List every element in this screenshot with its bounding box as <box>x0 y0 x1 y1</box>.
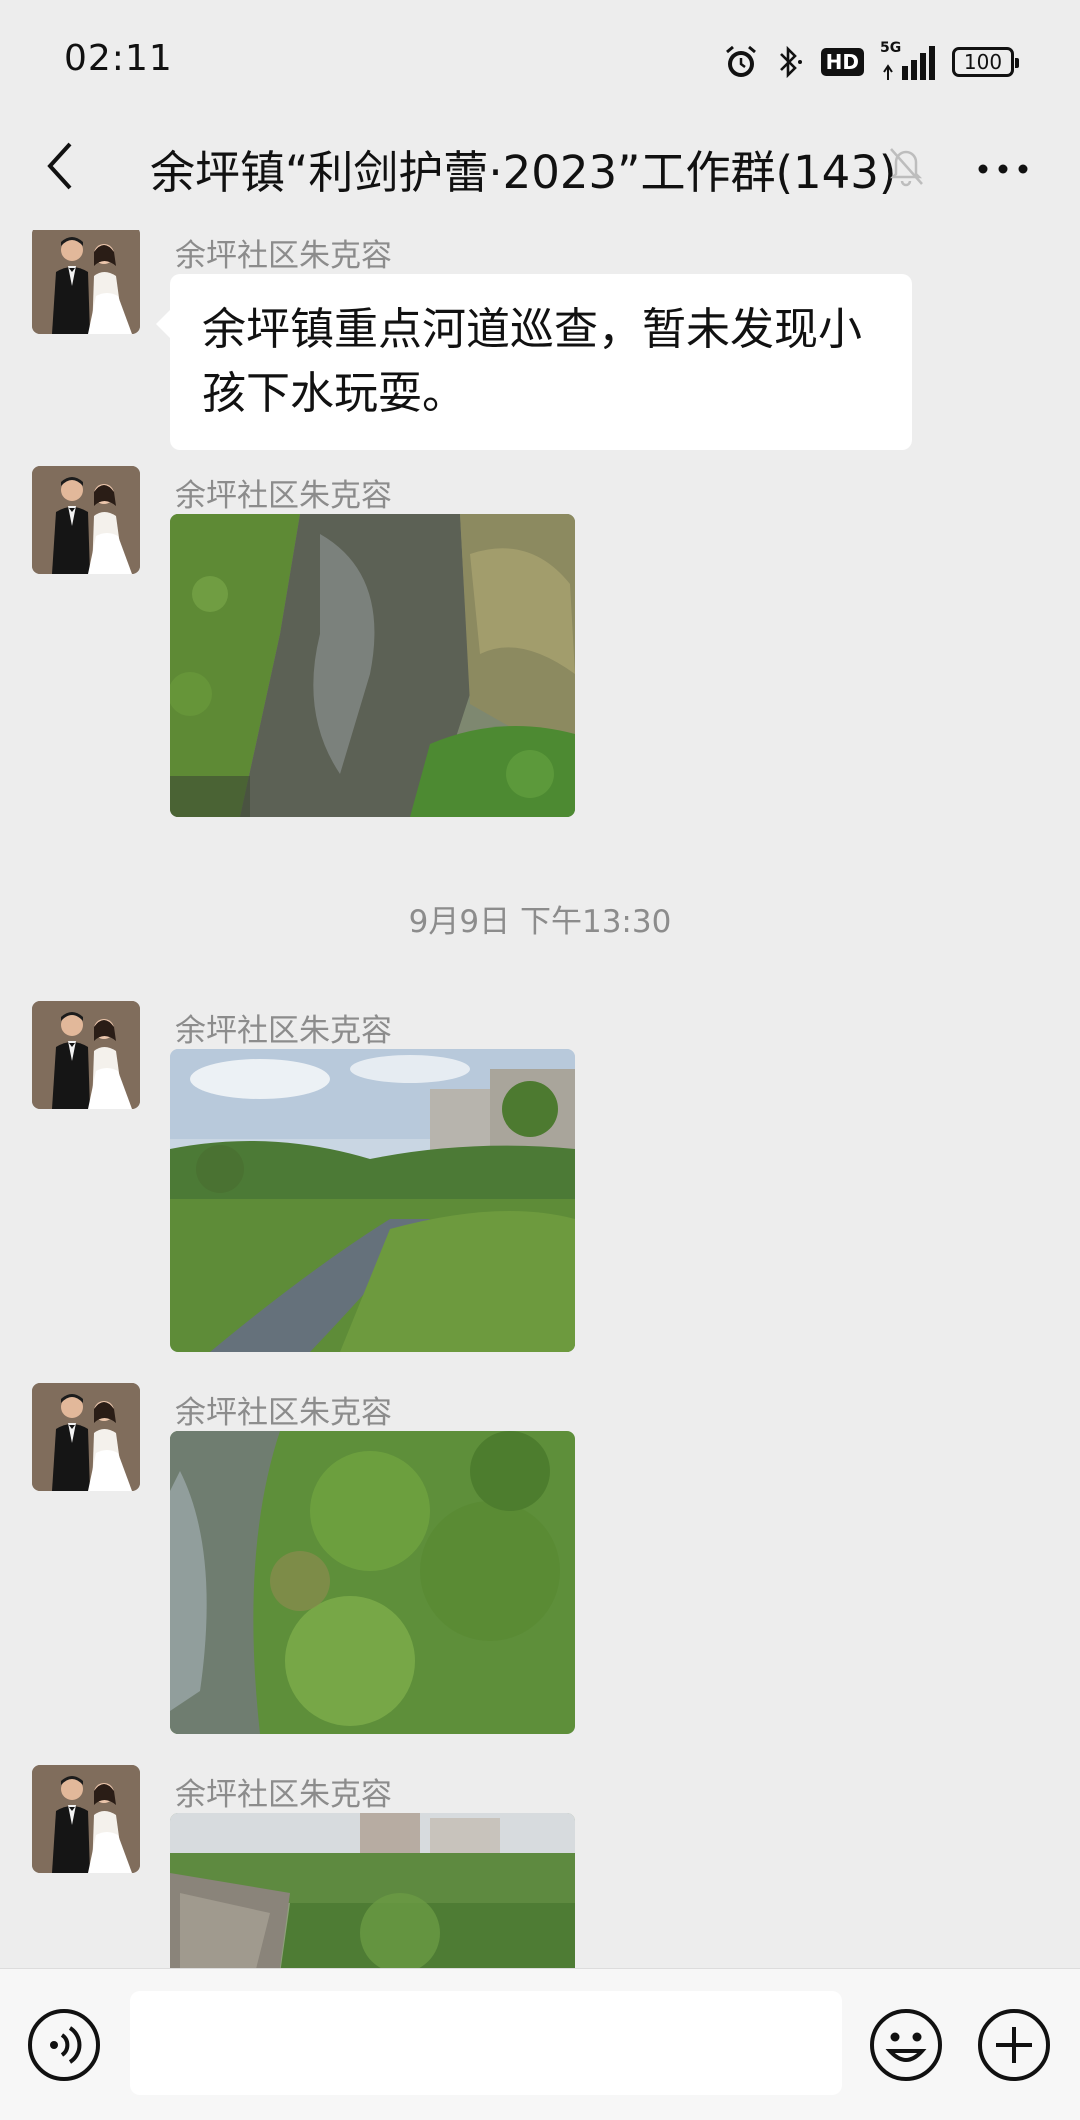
message-list[interactable]: 余坪社区朱克容 余坪镇重点河道巡查，暂未发现小孩下水玩耍。 余坪社区朱克容 9月… <box>0 230 1080 1968</box>
message-input[interactable] <box>130 1991 842 2095</box>
back-button[interactable] <box>30 138 90 198</box>
hd-badge: HD <box>820 48 864 76</box>
status-icons: HD 5G 100 <box>723 40 1019 84</box>
avatar[interactable] <box>32 1383 140 1491</box>
more-functions-button[interactable] <box>974 2005 1054 2085</box>
sender-name: 余坪社区朱克容 <box>175 1013 392 1049</box>
avatar[interactable] <box>32 466 140 574</box>
emoji-icon <box>866 2009 946 2089</box>
bell-muted-icon <box>886 144 926 192</box>
signal-icon: 5G <box>880 40 936 80</box>
chat-title: 余坪镇“利剑护蕾·2023”工作群(143) <box>150 146 897 199</box>
bluetooth-icon <box>775 44 805 80</box>
network-label: 5G <box>880 40 902 56</box>
image-message[interactable] <box>170 1431 575 1734</box>
voice-icon <box>24 2009 104 2089</box>
image-message[interactable] <box>170 514 575 817</box>
emoji-button[interactable] <box>866 2005 946 2085</box>
battery-icon: 100 <box>952 47 1019 77</box>
avatar[interactable] <box>32 230 140 334</box>
alarm-icon <box>723 44 759 80</box>
plus-icon <box>974 2009 1054 2089</box>
sender-name: 余坪社区朱克容 <box>175 1395 392 1431</box>
status-time: 02:11 <box>64 38 173 79</box>
time-divider: 9月9日 下午13:30 <box>408 904 672 940</box>
sender-name: 余坪社区朱克容 <box>175 1777 392 1813</box>
status-bar: 02:11 HD 5G 100 <box>0 0 1080 110</box>
image-message[interactable] <box>170 1049 575 1352</box>
battery-level: 100 <box>963 50 1003 74</box>
avatar[interactable] <box>32 1001 140 1109</box>
sender-name: 余坪社区朱克容 <box>175 238 392 274</box>
input-bar <box>0 1968 1080 2120</box>
chat-header: 余坪镇“利剑护蕾·2023”工作群(143) <box>0 110 1080 230</box>
text-message-bubble[interactable]: 余坪镇重点河道巡查，暂未发现小孩下水玩耍。 <box>156 274 912 450</box>
chevron-left-icon <box>45 141 75 195</box>
sender-name: 余坪社区朱克容 <box>175 478 392 514</box>
more-button[interactable] <box>970 140 1036 196</box>
image-message[interactable] <box>170 1813 575 1968</box>
ellipsis-icon <box>978 159 1028 178</box>
voice-button[interactable] <box>24 2005 104 2085</box>
avatar[interactable] <box>32 1765 140 1873</box>
